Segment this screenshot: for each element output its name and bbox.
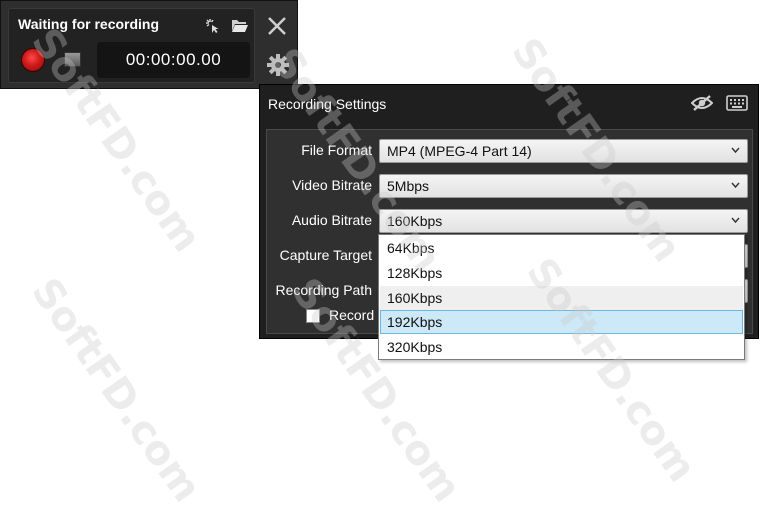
dropdown-option-current[interactable]: 160Kbps [380,286,743,310]
chevron-down-icon [731,217,740,224]
recorder-panel: Waiting for recording 00:00:00.00 [0,0,298,89]
timer-display: 00:00:00.00 [97,42,250,78]
video-bitrate-value: 5Mbps [387,178,430,194]
dropdown-option[interactable]: 128Kbps [380,261,743,285]
file-format-select[interactable]: MP4 (MPEG-4 Part 14) [379,139,748,163]
dropdown-option[interactable]: 64Kbps [380,236,743,260]
record-checkbox-label: Record [329,307,375,323]
recorder-status-title: Waiting for recording [18,16,160,32]
dropdown-option-highlighted[interactable]: 192Kbps [380,310,743,334]
chevron-down-icon [731,182,740,189]
folder-icon[interactable] [231,18,249,33]
file-format-value: MP4 (MPEG-4 Part 14) [387,143,532,159]
settings-title: Recording Settings [268,96,387,112]
close-icon[interactable] [266,15,288,37]
stop-button[interactable] [64,52,81,67]
recorder-controls: Waiting for recording 00:00:00.00 [8,8,255,83]
watermark: SoftFD.com [22,270,210,511]
record-checkbox[interactable] [306,309,320,323]
audio-bitrate-label: Audio Bitrate [291,212,372,228]
recording-path-label: Recording Path [275,282,372,298]
cursor-click-icon[interactable] [205,18,221,34]
capture-target-label: Capture Target [279,247,372,263]
video-bitrate-label: Video Bitrate [292,177,372,193]
audio-bitrate-select[interactable]: 160Kbps [379,209,748,233]
record-button[interactable] [21,48,45,72]
chevron-down-icon [731,147,740,154]
elapsed-time: 00:00:00.00 [125,50,222,69]
audio-bitrate-value: 160Kbps [387,213,443,229]
dropdown-option[interactable]: 320Kbps [380,335,743,359]
file-format-label: File Format [301,142,372,158]
eye-hidden-icon[interactable] [691,94,713,112]
video-bitrate-select[interactable]: 5Mbps [379,174,748,198]
gear-icon[interactable] [266,53,290,77]
keyboard-icon[interactable] [726,95,748,111]
audio-bitrate-dropdown-list: 64Kbps 128Kbps 160Kbps 192Kbps 320Kbps [378,234,745,360]
